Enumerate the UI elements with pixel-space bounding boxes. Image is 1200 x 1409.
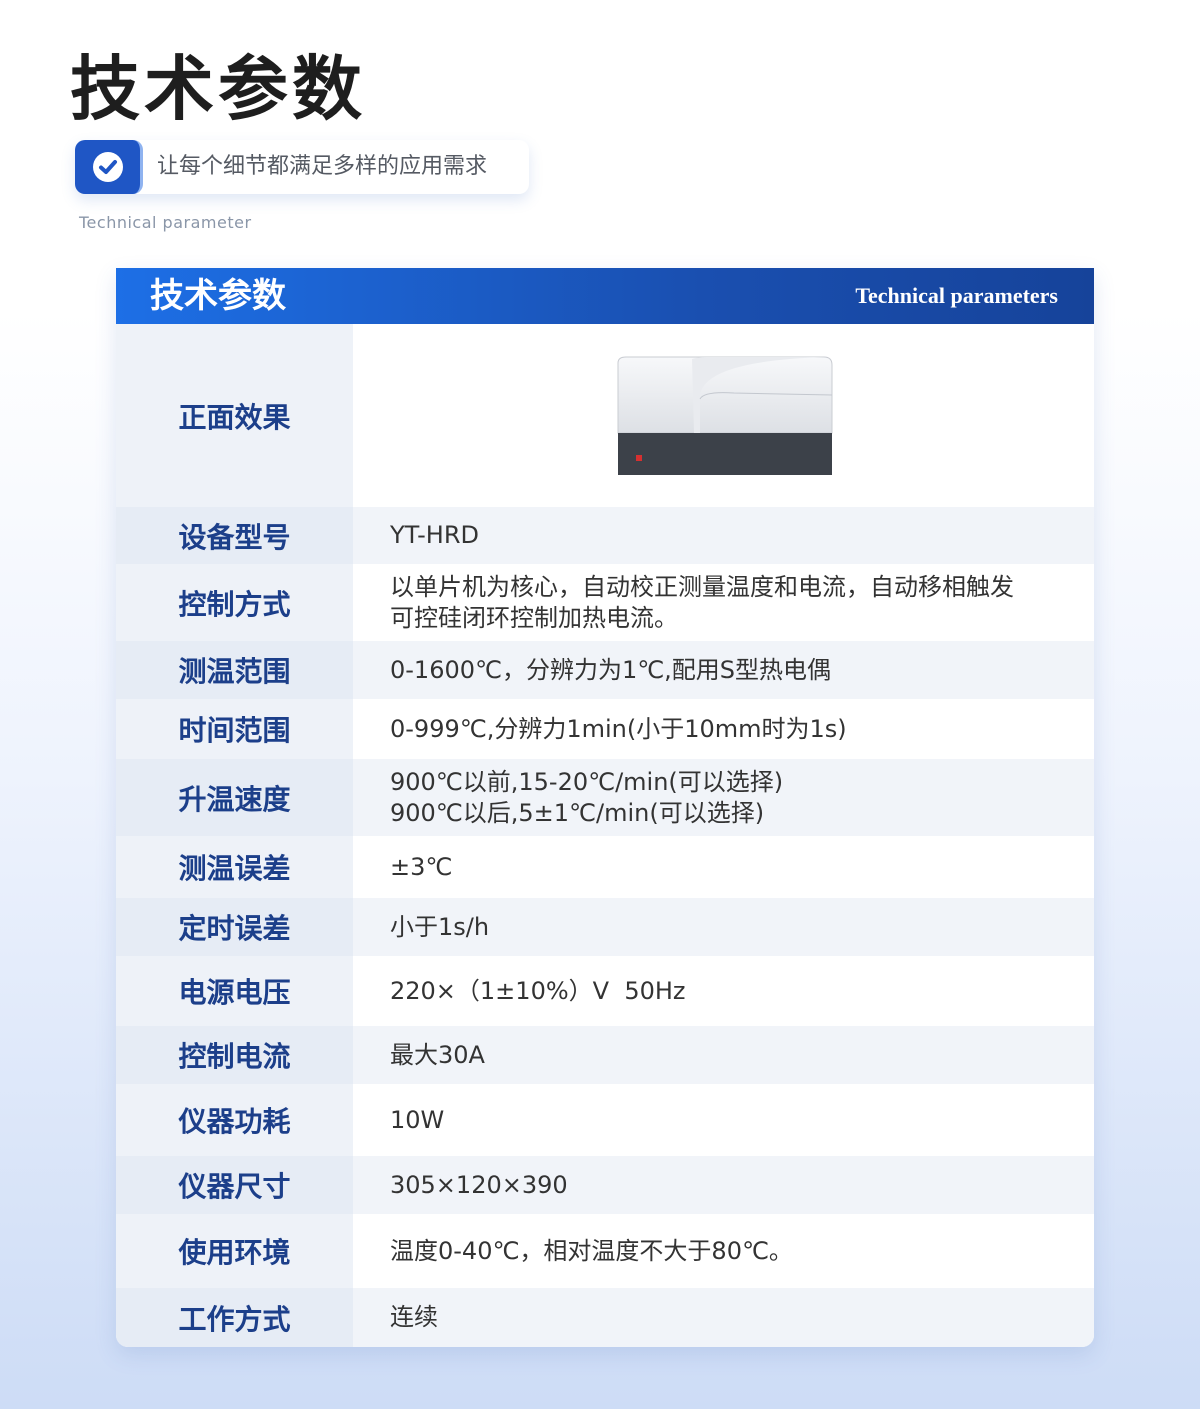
spec-value: 连续: [353, 1288, 1094, 1347]
spec-value: 0-999℃,分辨力1min(小于10mm时为1s): [353, 699, 1094, 759]
spec-label: 时间范围: [116, 699, 353, 759]
spec-value: 0-1600℃，分辨力为1℃,配用S型热电偶: [353, 641, 1094, 699]
subtitle-banner: 让每个细节都满足多样的应用需求: [75, 140, 529, 194]
spec-row: 控制方式 以单片机为核心，自动校正测量温度和电流，自动移相触发 可控硅闭环控制加…: [116, 564, 1094, 641]
spec-value: 900℃以前,15-20℃/min(可以选择) 900℃以后,5±1℃/min(…: [353, 759, 1094, 836]
spec-row: 使用环境 温度0-40℃，相对温度不大于80℃。: [116, 1214, 1094, 1288]
spec-label: 仪器功耗: [116, 1084, 353, 1156]
spec-row: 工作方式 连续: [116, 1288, 1094, 1347]
spec-label: 使用环境: [116, 1214, 353, 1288]
spec-value-text: ±3℃: [390, 852, 453, 881]
spec-label: 控制方式: [116, 564, 353, 641]
spec-value: ±3℃: [353, 836, 1094, 898]
spec-label: 升温速度: [116, 759, 353, 836]
spec-value-text: 小于1s/h: [390, 912, 490, 941]
spec-value-text: YT-HRD: [390, 521, 479, 549]
spec-value: 温度0-40℃，相对温度不大于80℃。: [353, 1214, 1094, 1288]
spec-row: 设备型号 YT-HRD: [116, 507, 1094, 564]
spec-row: 仪器功耗 10W: [116, 1084, 1094, 1156]
spec-value-text: 连续: [390, 1303, 438, 1331]
spec-row: 电源电压 220×（1±10%）V 50Hz: [116, 956, 1094, 1026]
spec-label: 设备型号: [116, 507, 353, 564]
spec-value-text: 以单片机为核心，自动校正测量温度和电流，自动移相触发: [390, 572, 1014, 601]
spec-value-text: 温度0-40℃，相对温度不大于80℃。: [390, 1236, 793, 1265]
spec-row: 控制电流 最大30A: [116, 1026, 1094, 1084]
spec-value: 220×（1±10%）V 50Hz: [353, 956, 1094, 1026]
spec-value-image: [353, 324, 1094, 507]
spec-row: 时间范围 0-999℃,分辨力1min(小于10mm时为1s): [116, 699, 1094, 759]
spec-value-text: 900℃以后,5±1℃/min(可以选择): [390, 798, 765, 827]
spec-row: 测温范围 0-1600℃，分辨力为1℃,配用S型热电偶: [116, 641, 1094, 699]
spec-value: YT-HRD: [353, 507, 1094, 564]
spec-label: 定时误差: [116, 898, 353, 956]
spec-label: 电源电压: [116, 956, 353, 1026]
card-title: 技术参数: [150, 276, 286, 316]
card-header: 技术参数 Technical parameters: [116, 268, 1094, 324]
check-badge: [75, 140, 143, 194]
spec-row-front-view: 正面效果: [116, 324, 1094, 507]
spec-value-text: 0-1600℃，分辨力为1℃,配用S型热电偶: [390, 655, 832, 684]
spec-value-text: 305×120×390: [390, 1170, 568, 1199]
spec-value-text: 10W: [390, 1105, 445, 1134]
spec-label: 仪器尺寸: [116, 1156, 353, 1214]
spec-row: 升温速度 900℃以前,15-20℃/min(可以选择) 900℃以后,5±1℃…: [116, 759, 1094, 836]
check-icon: [92, 152, 123, 182]
instrument-image: [617, 356, 832, 475]
spec-label: 正面效果: [116, 324, 353, 507]
spec-value-text: 0-999℃,分辨力1min(小于10mm时为1s): [390, 714, 847, 743]
subtitle-text: 让每个细节都满足多样的应用需求: [157, 154, 488, 179]
spec-label: 工作方式: [116, 1288, 353, 1347]
card-english-title: Technical parameters: [855, 283, 1058, 308]
spec-value-text: 最大30A: [390, 1040, 485, 1069]
spec-row: 仪器尺寸 305×120×390: [116, 1156, 1094, 1214]
spec-label: 控制电流: [116, 1026, 353, 1084]
spec-label: 测温范围: [116, 641, 353, 699]
spec-value: 小于1s/h: [353, 898, 1094, 956]
spec-value-text: 可控硅闭环控制加热电流。: [390, 603, 678, 632]
spec-value: 10W: [353, 1084, 1094, 1156]
spec-value: 以单片机为核心，自动校正测量温度和电流，自动移相触发 可控硅闭环控制加热电流。: [353, 564, 1094, 641]
spec-row: 定时误差 小于1s/h: [116, 898, 1094, 956]
spec-row: 测温误差 ±3℃: [116, 836, 1094, 898]
spec-value: 305×120×390: [353, 1156, 1094, 1214]
spec-value-text: 900℃以前,15-20℃/min(可以选择): [390, 767, 784, 796]
spec-value: 最大30A: [353, 1026, 1094, 1084]
page-title: 技术参数: [70, 47, 366, 130]
spec-label: 测温误差: [116, 836, 353, 898]
spec-card: 技术参数 Technical parameters 正面效果 设备型号 YT-H…: [116, 268, 1094, 1347]
english-subtitle: Technical parameter: [79, 213, 252, 232]
spec-value-text: 220×（1±10%）V 50Hz: [390, 976, 686, 1005]
